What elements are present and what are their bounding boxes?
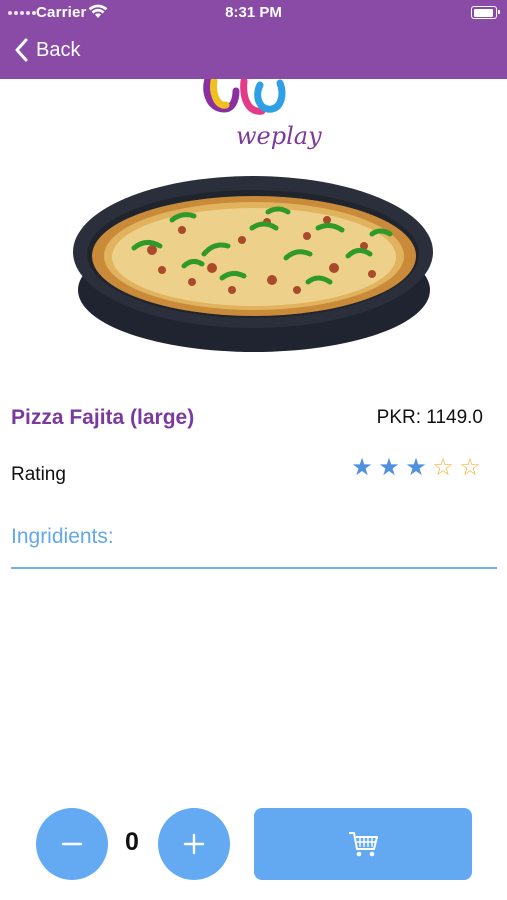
star-empty-icon[interactable]: ☆ [430,455,456,481]
clock-time: 8:31 PM [225,4,282,21]
product-price: PKR: 1149.0 [376,407,483,428]
star-filled-icon[interactable]: ★ [403,455,429,481]
plus-icon [183,833,205,855]
nav-header: Carrier 8:31 PM Back [0,0,507,79]
ingredients-divider [11,567,497,569]
add-to-cart-button[interactable] [254,808,472,880]
status-bar: Carrier 8:31 PM [0,0,507,26]
weplay-logo: weplay [202,75,322,157]
logo-mark [203,75,286,115]
cart-icon [349,832,378,857]
quantity-value: 0 [125,828,139,856]
battery-icon [471,6,500,19]
rating-stars[interactable]: ★ ★ ★ ☆ ☆ [349,455,483,481]
rating-label: Rating [11,464,66,485]
back-chevron-icon [15,38,28,62]
decrease-quantity-button[interactable] [36,808,108,880]
star-filled-icon[interactable]: ★ [349,455,375,481]
back-button[interactable]: Back [14,38,80,62]
pizza-image [73,176,433,352]
star-empty-icon[interactable]: ☆ [457,455,483,481]
back-label: Back [36,38,81,61]
star-filled-icon[interactable]: ★ [376,455,402,481]
ingredients-label: Ingridients: [11,525,114,548]
battery-level [473,8,493,17]
product-name: Pizza Fajita (large) [11,406,195,429]
increase-quantity-button[interactable] [158,808,230,880]
logo-text: weplay [236,122,322,150]
minus-icon [61,842,83,846]
